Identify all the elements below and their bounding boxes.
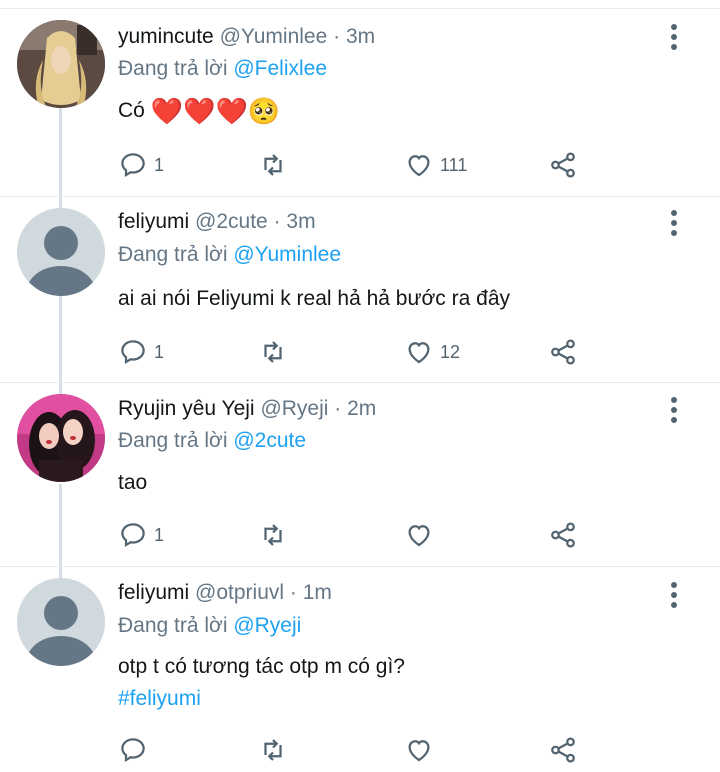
reply-mention[interactable]: @Ryeji [233,614,301,637]
action-bar: 1 12 [118,335,598,369]
action-bar: 1 111 [118,148,598,182]
avatar[interactable] [17,20,105,108]
separator-dot: · [289,581,297,604]
reply-button[interactable]: 1 [118,148,164,182]
share-button[interactable] [548,733,578,767]
reply-prefix: Đang trả lời [118,614,228,637]
reply-mention[interactable]: @2cute [233,429,306,452]
handle[interactable]: @Ryeji [260,397,328,420]
timestamp[interactable]: 1m [303,581,332,604]
tweet-body: Có [118,99,145,122]
retweet-icon [264,341,282,363]
display-name[interactable]: feliyumi [118,210,189,233]
heart-icon [408,740,430,762]
share-icon [551,152,575,178]
separator-dot: · [273,210,281,233]
retweet-button[interactable] [258,335,294,369]
timestamp[interactable]: 3m [346,25,375,48]
action-bar [118,733,598,767]
top-divider [0,0,720,9]
tweet-divider [0,196,720,197]
reply-button[interactable]: 1 [118,518,164,552]
heart-icon [408,525,430,547]
retweet-icon [264,524,282,546]
like-button[interactable] [404,518,440,552]
tweet-divider [0,566,720,567]
reply-context: Đang trả lời @Felixlee [118,56,327,82]
tweet-text: otp t có tương tác otp m có gì? [118,655,405,678]
reply-button[interactable]: 1 [118,335,164,369]
reply-count: 1 [154,341,165,362]
reply-count: 1 [154,524,165,545]
retweet-button[interactable] [258,733,294,767]
heart-emoji: ❤️ [150,96,184,127]
like-button[interactable]: 12 [404,335,460,369]
tweet-text: ai ai nói Feliyumi k real hả hả bước ra … [118,287,511,310]
heart-icon [408,342,430,364]
reply-count: 1 [154,154,165,175]
display-name[interactable]: Ryujin yêu Yeji [118,397,255,420]
tweet-header: Ryujin yêu Yeji @Ryeji · 2m [118,396,376,422]
heart-emoji: ❤️ [215,96,248,127]
reply-prefix: Đang trả lời [118,243,228,266]
hashtag-link[interactable]: #feliyumi [118,684,201,714]
separator-dot: · [333,25,341,48]
share-icon [551,737,575,763]
reply-icon [121,738,145,763]
timestamp[interactable]: 2m [347,397,376,420]
share-button[interactable] [548,335,578,369]
more-options-icon[interactable] [664,582,684,610]
tweet-text: tao [118,471,148,494]
avatar[interactable] [17,208,105,296]
share-button[interactable] [548,148,578,182]
thread-connector [59,108,62,208]
heart-icon [408,155,430,177]
avatar[interactable] [17,578,105,666]
handle[interactable]: @Yuminlee [220,25,328,48]
share-button[interactable] [548,518,578,552]
tweet-header: feliyumi @2cute · 3m [118,209,316,235]
more-options-icon[interactable] [664,24,684,52]
more-options-icon[interactable] [664,210,684,238]
like-count: 12 [440,341,461,362]
retweet-button[interactable] [258,148,294,182]
reply-icon [121,523,145,548]
reply-mention[interactable]: @Felixlee [233,57,327,80]
heart-emoji: ❤️ [183,96,216,127]
pleading-face-emoji: 🥺 [247,96,281,127]
reply-prefix: Đang trả lời [118,57,228,80]
handle[interactable]: @2cute [195,210,268,233]
display-name[interactable]: feliyumi [118,581,189,604]
reply-icon [121,340,145,365]
reply-button[interactable] [118,733,154,767]
reply-context: Đang trả lời @2cute [118,428,306,454]
thread-connector [59,296,62,396]
reply-mention[interactable]: @Yuminlee [233,243,341,266]
tweet-text: Có ❤️❤️❤️🥺 [118,96,280,126]
reply-icon [121,153,145,178]
reply-prefix: Đang trả lời [118,429,228,452]
action-bar: 1 [118,518,598,552]
retweet-icon [264,154,282,176]
reply-context: Đang trả lời @Ryeji [118,613,301,639]
share-icon [551,522,575,548]
retweet-button[interactable] [258,518,294,552]
tweet-header: yumincute @Yuminlee · 3m [118,24,375,50]
retweet-icon [264,739,282,761]
tweet-divider [0,382,720,383]
share-icon [551,339,575,365]
timestamp[interactable]: 3m [286,210,315,233]
display-name[interactable]: yumincute [118,25,214,48]
handle[interactable]: @otpriuvl [195,581,284,604]
like-button[interactable]: 111 [404,148,467,182]
tweet-header: feliyumi @otpriuvl · 1m [118,580,332,606]
more-options-icon[interactable] [664,397,684,425]
like-button[interactable] [404,733,440,767]
separator-dot: · [334,397,342,420]
avatar[interactable] [17,394,105,482]
like-count: 111 [440,154,468,175]
reply-context: Đang trả lời @Yuminlee [118,242,341,268]
